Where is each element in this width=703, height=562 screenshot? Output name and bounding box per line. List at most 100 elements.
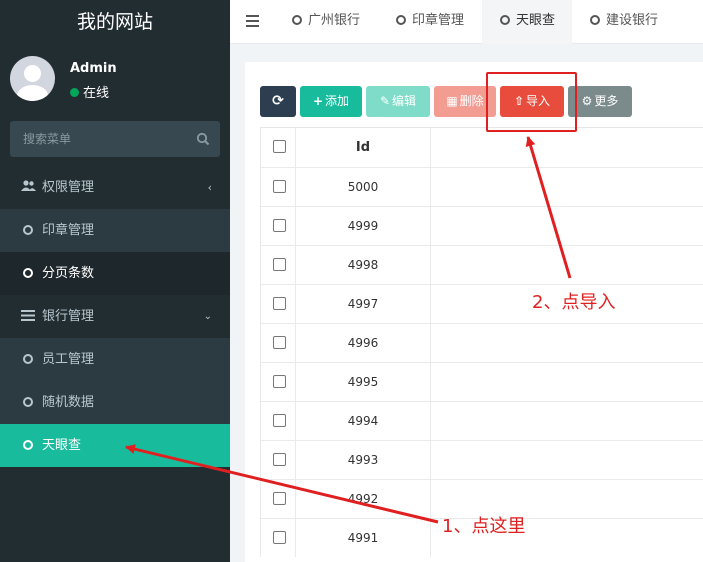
row-checkbox[interactable]	[273, 297, 286, 310]
annotation-step-2: 2、点导入	[532, 292, 616, 313]
circle-icon	[396, 15, 406, 25]
row-select-cell	[260, 402, 296, 440]
row-select-cell	[260, 285, 296, 323]
gear-icon: ⚙	[581, 94, 593, 108]
refresh-icon: ⟳	[272, 93, 284, 109]
sidebar-item-tianyancha[interactable]: 天眼查	[0, 424, 230, 467]
table-row[interactable]: 4995	[260, 362, 703, 401]
user-status: 在线	[70, 82, 109, 101]
cell-id: 4992	[296, 480, 431, 518]
column-header-id[interactable]: Id	[296, 128, 431, 167]
list-icon	[20, 295, 36, 338]
table-row[interactable]: 4993	[260, 440, 703, 479]
row-checkbox[interactable]	[273, 531, 286, 544]
sidebar-item-label: 分页条数	[42, 266, 95, 281]
cell-empty	[431, 402, 703, 440]
circle-icon	[23, 397, 33, 407]
brand-title[interactable]: 我的网站	[0, 0, 230, 44]
row-checkbox[interactable]	[273, 258, 286, 271]
user-status-label: 在线	[83, 86, 110, 101]
cell-id: 4993	[296, 441, 431, 479]
chevron-left-icon: ‹	[207, 181, 212, 194]
sidebar-menu: 权限管理 ‹ 印章管理 分页条数 银行管理 ⌄ 员工管理 随机数据 天眼查	[0, 166, 230, 467]
row-checkbox[interactable]	[273, 375, 286, 388]
circle-icon	[23, 268, 33, 278]
online-dot-icon	[70, 88, 79, 97]
row-select-cell	[260, 324, 296, 362]
circle-icon	[500, 15, 510, 25]
chevron-down-icon: ⌄	[203, 311, 212, 322]
table-row[interactable]: 4996	[260, 323, 703, 362]
data-table: Id 5000 4999 4998 4997 4996 4995 4994 4993 4992 4…	[260, 127, 703, 557]
more-button[interactable]: ⚙ 更多	[568, 86, 632, 117]
table-row[interactable]: 4997	[260, 284, 703, 323]
row-select-cell	[260, 246, 296, 284]
sidebar-item-label: 权限管理	[42, 180, 95, 195]
tab-guangzhou-bank[interactable]: 广州银行	[292, 0, 360, 44]
sidebar-item-label: 印章管理	[42, 223, 95, 238]
row-select-cell	[260, 168, 296, 206]
sidebar-item-bank[interactable]: 银行管理 ⌄	[0, 295, 230, 338]
edit-button[interactable]: ✎ 编辑	[366, 86, 430, 117]
table-row[interactable]: 4998	[260, 245, 703, 284]
circle-icon	[292, 15, 302, 25]
add-label: 添加	[325, 94, 350, 108]
cell-empty	[431, 441, 703, 479]
cell-id: 4996	[296, 324, 431, 362]
row-checkbox[interactable]	[273, 219, 286, 232]
row-checkbox[interactable]	[273, 453, 286, 466]
cell-id: 4991	[296, 519, 431, 557]
row-checkbox[interactable]	[273, 414, 286, 427]
edit-label: 编辑	[392, 94, 417, 108]
circle-icon	[590, 15, 600, 25]
row-checkbox[interactable]	[273, 180, 286, 193]
row-select-cell	[260, 480, 296, 518]
plus-icon: +	[312, 94, 324, 108]
cell-empty	[431, 168, 703, 206]
sidebar-item-pagination[interactable]: 分页条数	[0, 252, 230, 295]
row-checkbox[interactable]	[273, 492, 286, 505]
table-row[interactable]: 4999	[260, 206, 703, 245]
tab-tianyancha[interactable]: 天眼查	[482, 0, 572, 44]
user-panel: Admin 在线	[0, 44, 230, 114]
tab-label: 天眼查	[516, 13, 556, 28]
cell-id: 4994	[296, 402, 431, 440]
delete-label: 删除	[459, 94, 484, 108]
highlight-box	[486, 72, 577, 132]
select-all-cell	[260, 128, 296, 167]
top-nav: 广州银行 印章管理 天眼查 建设银行	[230, 0, 703, 44]
tab-label: 印章管理	[412, 13, 465, 28]
row-checkbox[interactable]	[273, 336, 286, 349]
row-select-cell	[260, 519, 296, 557]
sidebar-item-permissions[interactable]: 权限管理 ‹	[0, 166, 230, 209]
select-all-checkbox[interactable]	[273, 140, 286, 153]
sidebar-item-random[interactable]: 随机数据	[0, 381, 230, 424]
row-select-cell	[260, 207, 296, 245]
add-button[interactable]: + 添加	[300, 86, 362, 117]
pencil-icon: ✎	[379, 94, 391, 108]
table-row[interactable]: 4994	[260, 401, 703, 440]
menu-toggle-icon[interactable]	[246, 15, 259, 27]
avatar	[10, 56, 55, 101]
circle-icon	[23, 354, 33, 364]
sidebar-item-seal[interactable]: 印章管理	[0, 209, 230, 252]
table-header: Id	[260, 127, 703, 167]
refresh-button[interactable]: ⟳	[260, 86, 296, 117]
cell-id: 4995	[296, 363, 431, 401]
row-select-cell	[260, 441, 296, 479]
trash-icon: ▦	[446, 94, 458, 108]
cell-empty	[431, 363, 703, 401]
circle-icon	[23, 440, 33, 450]
tab-seal[interactable]: 印章管理	[396, 0, 464, 44]
sidebar: 我的网站 Admin 在线 权限管理 ‹ 印章管理 分页条数 银行管理 ⌄ 员工…	[0, 0, 230, 562]
cell-empty	[431, 324, 703, 362]
tab-label: 建设银行	[606, 13, 659, 28]
search-icon[interactable]	[196, 132, 210, 146]
circle-icon	[23, 225, 33, 235]
cell-empty	[431, 246, 703, 284]
tab-ccb[interactable]: 建设银行	[590, 0, 658, 44]
cell-id: 5000	[296, 168, 431, 206]
search-input[interactable]	[10, 121, 190, 157]
table-row[interactable]: 5000	[260, 167, 703, 206]
sidebar-item-staff[interactable]: 员工管理	[0, 338, 230, 381]
